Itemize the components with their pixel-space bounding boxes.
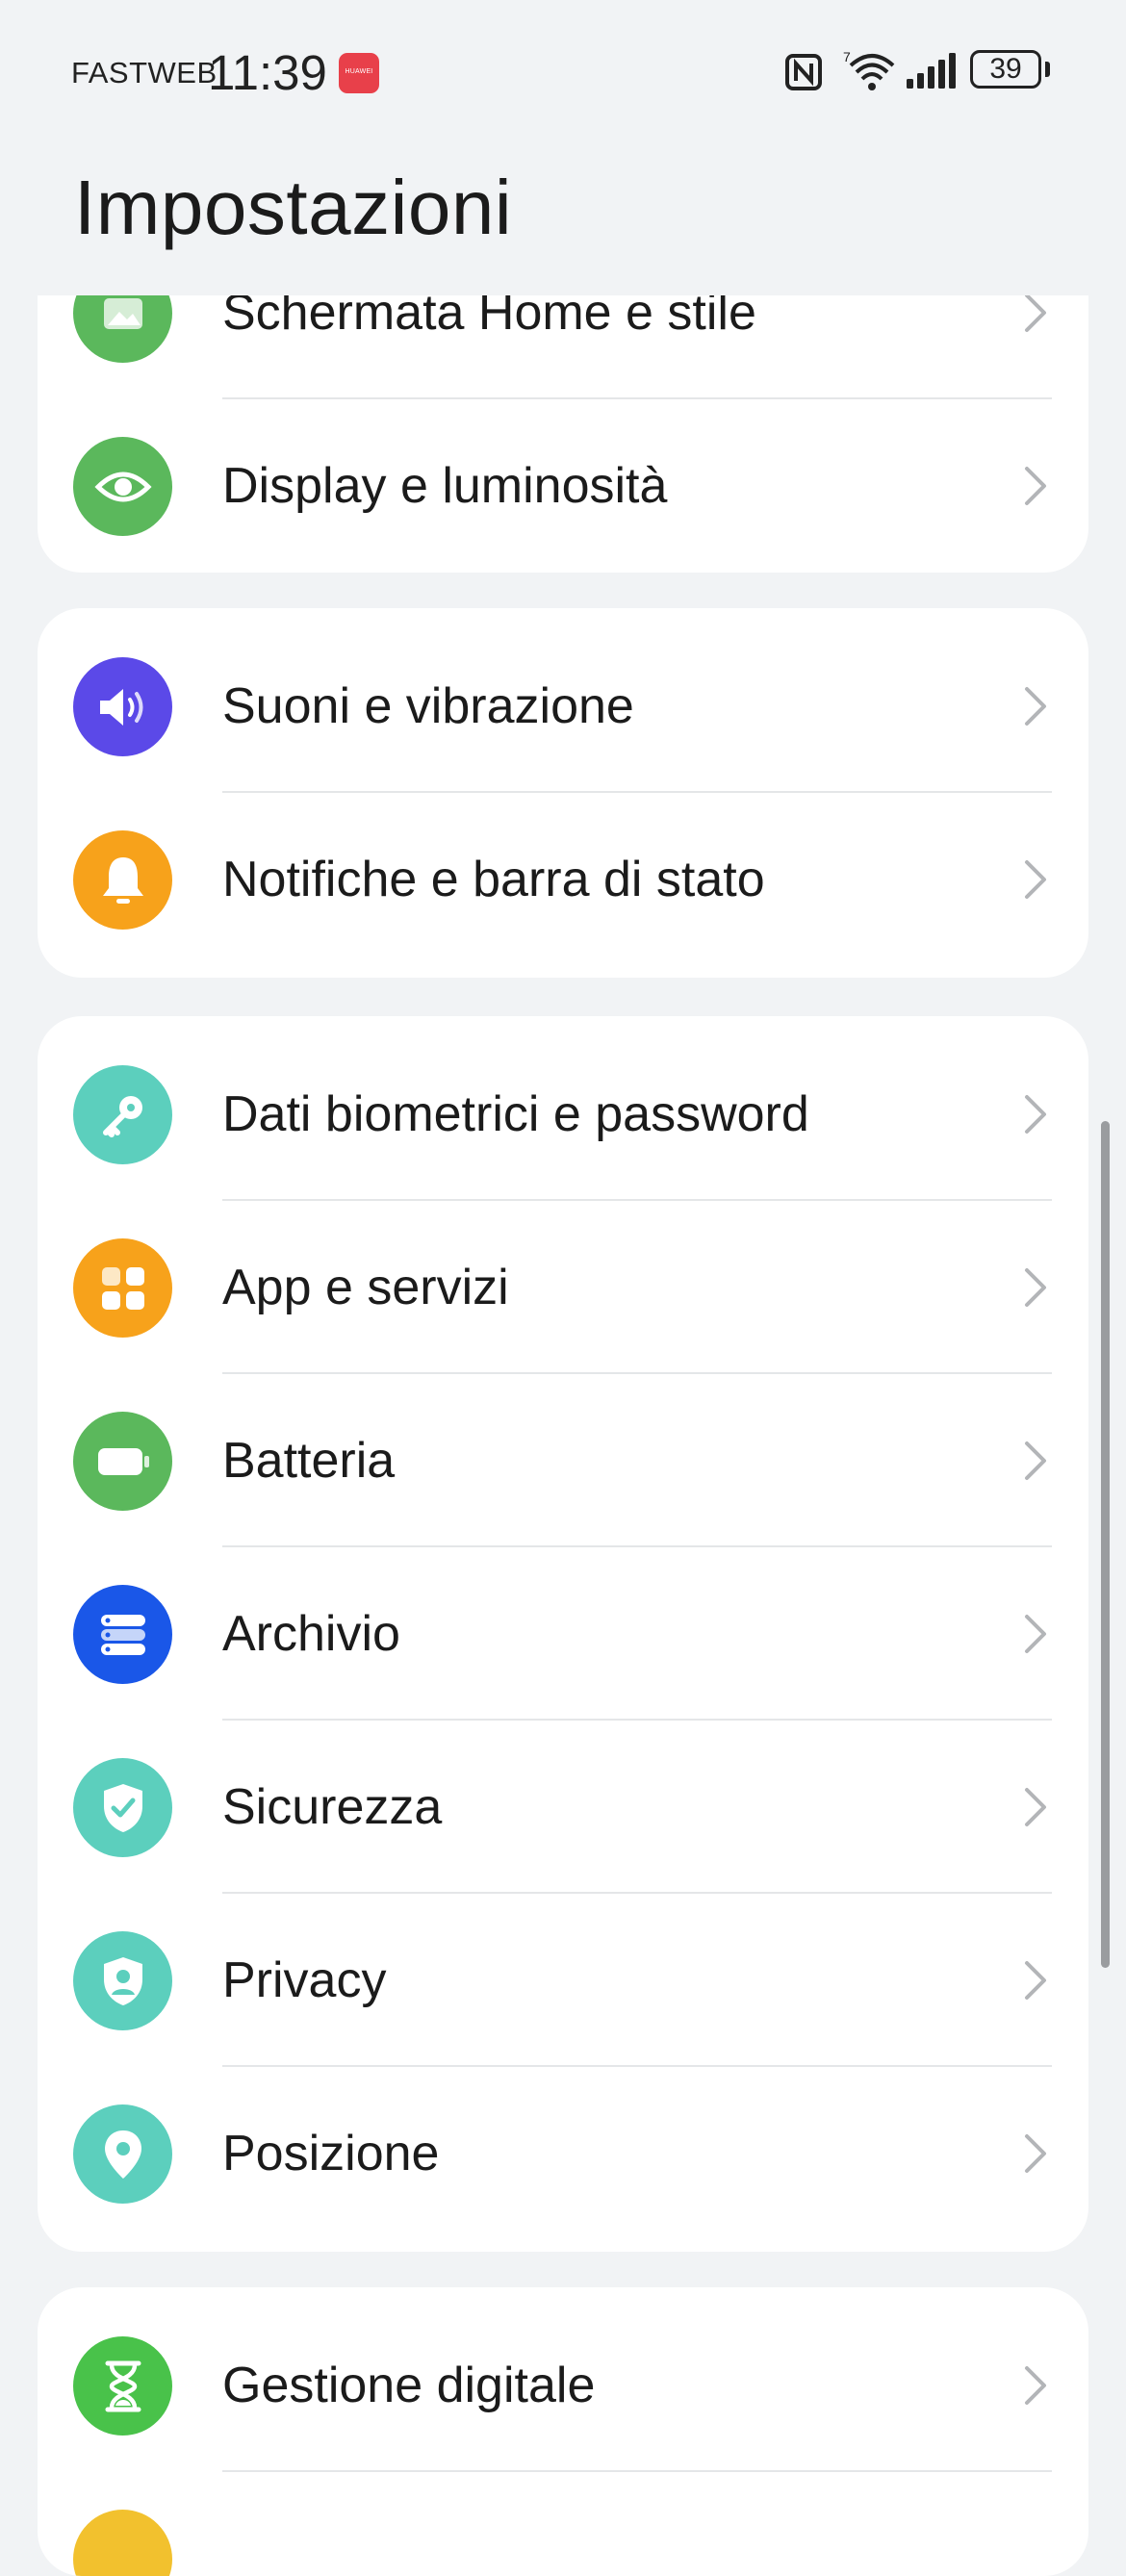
settings-item-label: Sicurezza	[222, 1779, 443, 1835]
settings-item-digital-wellbeing[interactable]: Gestione digitale	[38, 2299, 1088, 2472]
apps-grid-icon	[73, 1238, 172, 1338]
bell-icon	[73, 830, 172, 930]
chevron-right-icon	[1025, 1441, 1046, 1480]
battery-status-icon: 39	[970, 50, 1050, 89]
settings-item-label: Dati biometrici e password	[222, 1086, 809, 1142]
chevron-right-icon	[1025, 2366, 1046, 2405]
status-bar: FASTWEB 11:39 HUAWEI 7 39	[0, 0, 1126, 144]
settings-item-biometrics[interactable]: Dati biometrici e password	[38, 1028, 1088, 1201]
privacy-shield-icon	[73, 1931, 172, 2030]
battery-icon	[73, 1412, 172, 1511]
settings-item-sounds[interactable]: Suoni e vibrazione	[38, 620, 1088, 793]
settings-item-label: Privacy	[222, 1952, 387, 2008]
settings-item-battery[interactable]: Batteria	[38, 1374, 1088, 1547]
chevron-right-icon	[1025, 1788, 1046, 1826]
eye-icon	[73, 437, 172, 536]
chevron-right-icon	[1025, 467, 1046, 505]
svg-text:7: 7	[843, 49, 851, 64]
chevron-right-icon	[1025, 2134, 1046, 2173]
settings-group-wellbeing: Gestione digitale	[38, 2287, 1088, 2576]
wifi-icon: 7	[843, 49, 895, 90]
settings-item-label: Archivio	[222, 1606, 400, 1662]
settings-group-sound: Suoni e vibrazione Notifiche e barra di …	[38, 608, 1088, 978]
speaker-icon	[73, 657, 172, 756]
settings-item-next[interactable]	[38, 2472, 1088, 2576]
settings-item-label: Posizione	[222, 2126, 440, 2181]
settings-item-label: Suoni e vibrazione	[222, 678, 634, 734]
settings-item-location[interactable]: Posizione	[38, 2067, 1088, 2240]
shield-check-icon	[73, 1758, 172, 1857]
hourglass-icon	[73, 2336, 172, 2436]
partial-item-icon	[73, 2510, 172, 2576]
settings-item-security[interactable]: Sicurezza	[38, 1721, 1088, 1894]
status-icons: 7 39	[741, 0, 1126, 144]
storage-icon	[73, 1585, 172, 1684]
chevron-right-icon	[1025, 687, 1046, 726]
chevron-right-icon	[1025, 1615, 1046, 1653]
settings-item-home-screen[interactable]: Schermata Home e stile	[38, 295, 1088, 399]
chevron-right-icon	[1025, 1961, 1046, 2000]
battery-level: 39	[989, 53, 1022, 85]
nfc-icon	[785, 54, 822, 90]
image-icon	[73, 295, 172, 363]
settings-item-storage[interactable]: Archivio	[38, 1547, 1088, 1721]
app-badge-label: HUAWEI	[345, 68, 373, 75]
location-pin-icon	[73, 2104, 172, 2204]
carrier-name: FASTWEB	[71, 56, 218, 89]
huawei-app-icon: HUAWEI	[339, 53, 379, 93]
chevron-right-icon	[1025, 295, 1046, 332]
chevron-right-icon	[1025, 1095, 1046, 1134]
settings-item-label: Batteria	[222, 1433, 396, 1489]
key-icon	[73, 1065, 172, 1164]
settings-item-label: App e servizi	[222, 1260, 509, 1315]
settings-item-apps[interactable]: App e servizi	[38, 1201, 1088, 1374]
settings-group-display: Schermata Home e stile Display e luminos…	[38, 295, 1088, 573]
clock: 11:39	[208, 45, 327, 100]
settings-item-privacy[interactable]: Privacy	[38, 1894, 1088, 2067]
scrollbar-thumb[interactable]	[1101, 1121, 1110, 1968]
cellular-signal-icon	[907, 53, 956, 89]
page-title: Impostazioni	[74, 165, 513, 250]
settings-item-label: Notifiche e barra di stato	[222, 852, 765, 907]
settings-item-label: Display e luminosità	[222, 458, 668, 514]
settings-item-label: Schermata Home e stile	[222, 295, 756, 341]
settings-group-system: Dati biometrici e password App e servizi…	[38, 1016, 1088, 2252]
chevron-right-icon	[1025, 860, 1046, 899]
settings-item-label: Gestione digitale	[222, 2358, 596, 2413]
settings-item-display[interactable]: Display e luminosità	[38, 399, 1088, 573]
chevron-right-icon	[1025, 1268, 1046, 1307]
settings-item-notifications[interactable]: Notifiche e barra di stato	[38, 793, 1088, 966]
